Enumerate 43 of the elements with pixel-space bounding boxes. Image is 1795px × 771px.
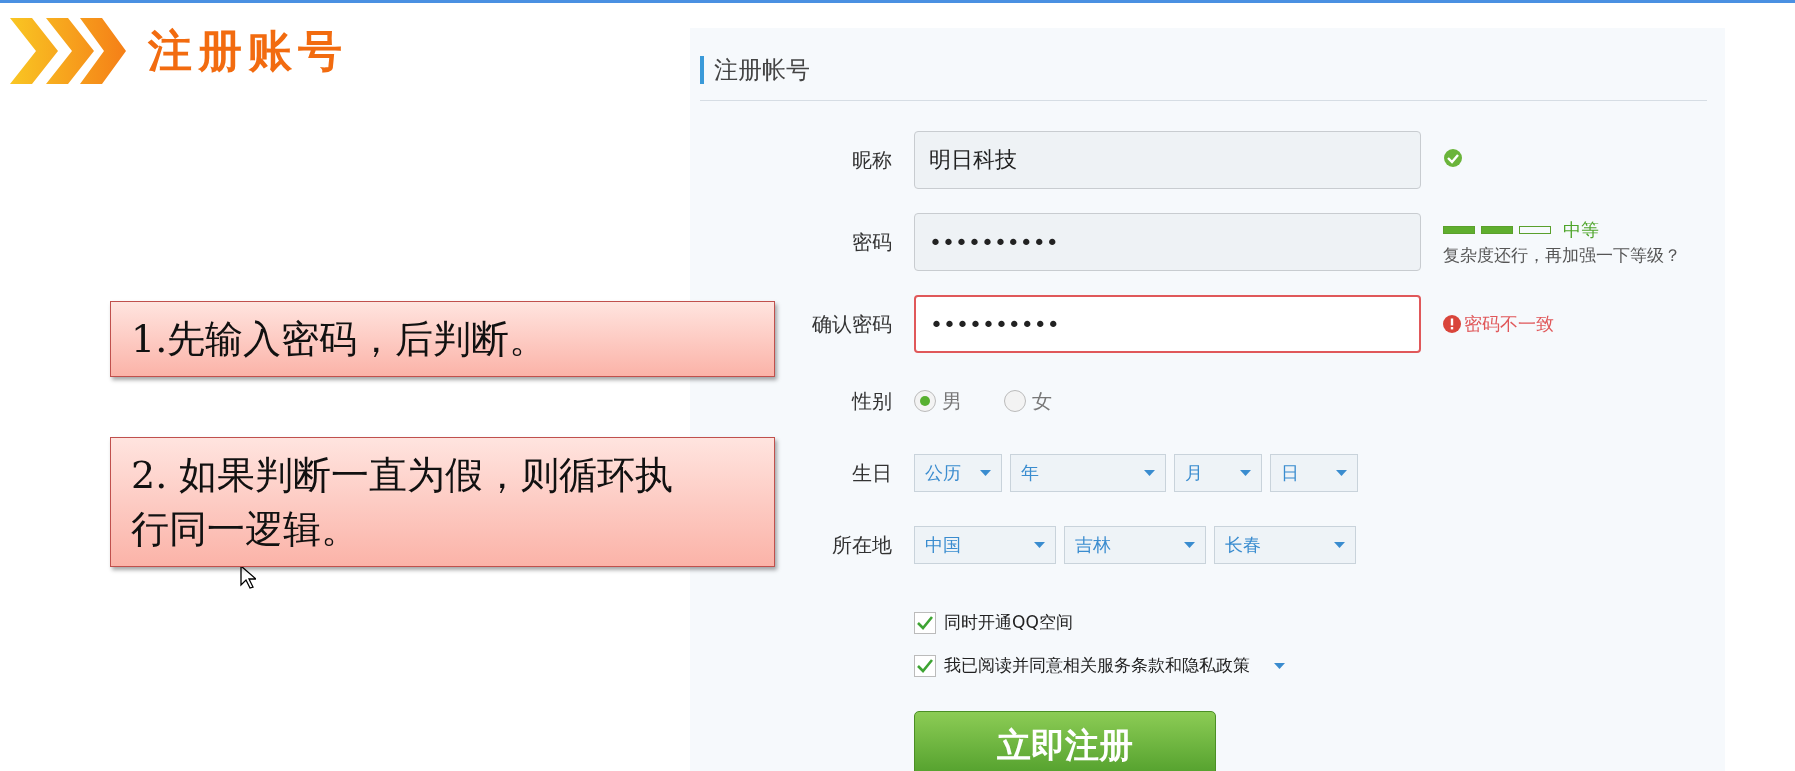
strength-hint: 复杂度还行，再加强一下等级？ xyxy=(1443,243,1682,267)
field-label: 所在地 xyxy=(832,531,892,559)
field-label: 性别 xyxy=(852,387,892,415)
dropdown[interactable]: 中国 xyxy=(914,526,1056,564)
callout-text: 1.先输入密码，后判断。 xyxy=(110,301,775,377)
caret-icon xyxy=(1144,470,1155,476)
dropdown[interactable]: 月 xyxy=(1174,454,1262,492)
cursor-icon xyxy=(240,565,256,589)
error-icon xyxy=(1443,315,1461,333)
radio-label: 男 xyxy=(942,387,962,415)
radio-label: 女 xyxy=(1032,387,1052,415)
input-field[interactable]: •••••••••• xyxy=(914,295,1421,353)
caret-icon xyxy=(1336,470,1347,476)
checkbox[interactable] xyxy=(914,611,936,634)
radio-button[interactable] xyxy=(1004,390,1026,412)
dropdown[interactable]: 吉林 xyxy=(1064,526,1206,564)
radio-button[interactable] xyxy=(914,390,936,412)
input-field[interactable]: 明日科技 xyxy=(914,131,1421,189)
dropdown[interactable]: 日 xyxy=(1270,454,1358,492)
checkbox-label: 同时开通QQ空间 xyxy=(944,611,1073,634)
checkbox-label: 我已阅读并同意相关服务条款和隐私政策 xyxy=(944,654,1250,677)
field-label: 密码 xyxy=(852,228,892,256)
caret-icon xyxy=(1184,542,1195,548)
slide-title: 注册账号 xyxy=(148,23,348,78)
caret-icon xyxy=(1034,542,1045,548)
register-button[interactable]: 立即注册 xyxy=(914,711,1216,771)
checkbox[interactable] xyxy=(914,654,936,677)
field-label: 生日 xyxy=(852,459,892,487)
caret-icon xyxy=(1334,542,1345,548)
panel-heading: 注册帐号 xyxy=(700,56,810,84)
chevrons-icon xyxy=(10,18,126,84)
caret-icon xyxy=(980,470,991,476)
strength-rating: 中等 xyxy=(1563,217,1599,242)
caret-icon xyxy=(1240,470,1251,476)
dropdown[interactable]: 长春 xyxy=(1214,526,1356,564)
callout-text: 2. 如果判断一直为假，则循环执行同一逻辑。 xyxy=(110,437,775,567)
dropdown[interactable]: 公历 xyxy=(914,454,1002,492)
field-label: 昵称 xyxy=(852,146,892,174)
caret-icon xyxy=(1274,662,1285,669)
input-field[interactable]: •••••••••• xyxy=(914,213,1421,271)
error-message: 密码不一致 xyxy=(1464,312,1554,336)
field-label: 确认密码 xyxy=(812,310,892,338)
dropdown[interactable]: 年 xyxy=(1010,454,1166,492)
